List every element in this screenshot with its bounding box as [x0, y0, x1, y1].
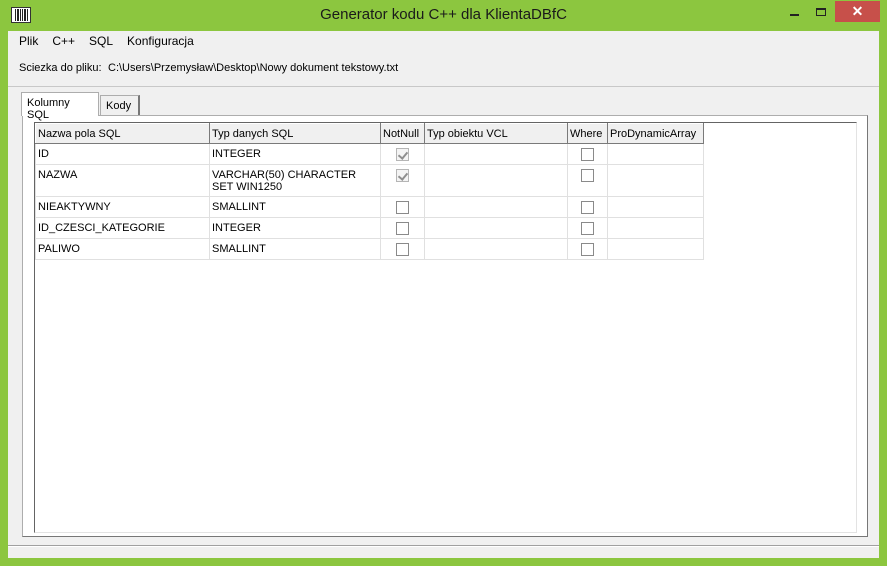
cell-pda[interactable] [607, 164, 704, 197]
cell-pda[interactable] [607, 217, 704, 239]
close-icon: ✕ [851, 3, 864, 19]
tab-kody[interactable]: Kody [100, 95, 140, 115]
where-cell [567, 143, 608, 165]
maximize-icon [816, 7, 826, 16]
table-row[interactable]: PALIWO SMALLINT [35, 238, 704, 260]
where-checkbox[interactable] [581, 222, 594, 235]
where-cell [567, 217, 608, 239]
tab-kolumny-sql[interactable]: Kolumny SQL [21, 92, 99, 121]
menu-sql[interactable]: SQL [82, 31, 120, 52]
notnull-checkbox[interactable] [396, 222, 409, 235]
grid-body: ID INTEGER NAZWA VARCHAR(50) CHARACTER SET … [35, 143, 704, 260]
cell-type[interactable]: SMALLINT [209, 238, 381, 260]
where-checkbox[interactable] [581, 201, 594, 214]
menu-plik[interactable]: Plik [8, 31, 45, 52]
notnull-checkbox[interactable] [396, 148, 409, 161]
col-header-vcl[interactable]: Typ obiektu VCL [424, 123, 568, 144]
cell-pda[interactable] [607, 238, 704, 260]
tab-panel: Nazwa pola SQL Typ danych SQL NotNull Ty… [22, 115, 868, 537]
col-header-where[interactable]: Where [567, 123, 608, 144]
table-row[interactable]: NAZWA VARCHAR(50) CHARACTER SET WIN1250 [35, 164, 704, 197]
notnull-checkbox[interactable] [396, 169, 409, 182]
table-row[interactable]: ID INTEGER [35, 143, 704, 165]
notnull-checkbox[interactable] [396, 201, 409, 214]
cell-type[interactable]: SMALLINT [209, 196, 381, 218]
where-checkbox[interactable] [581, 243, 594, 256]
cell-name[interactable]: ID_CZESCI_KATEGORIE [35, 217, 210, 239]
cell-name[interactable]: NAZWA [35, 164, 210, 197]
menu-cpp[interactable]: C++ [45, 31, 82, 52]
cell-type[interactable]: INTEGER [209, 143, 381, 165]
close-button[interactable]: ✕ [835, 1, 880, 22]
columns-grid[interactable]: Nazwa pola SQL Typ danych SQL NotNull Ty… [34, 122, 857, 533]
cell-vcl[interactable] [424, 196, 568, 218]
col-header-name[interactable]: Nazwa pola SQL [35, 123, 210, 144]
cell-type[interactable]: INTEGER [209, 217, 381, 239]
minimize-icon [789, 13, 799, 16]
notnull-cell [380, 217, 425, 239]
cell-name[interactable]: NIEAKTYWNY [35, 196, 210, 218]
notnull-checkbox[interactable] [396, 243, 409, 256]
where-checkbox[interactable] [581, 148, 594, 161]
where-cell [567, 196, 608, 218]
columns-table: Nazwa pola SQL Typ danych SQL NotNull Ty… [35, 123, 704, 260]
client-area: Plik C++ SQL Konfiguracja Sciezka do pli… [8, 31, 879, 558]
divider [8, 545, 879, 547]
col-header-pda[interactable]: ProDynamicArray [607, 123, 704, 144]
cell-name[interactable]: ID [35, 143, 210, 165]
menu-konfiguracja[interactable]: Konfiguracja [120, 31, 201, 52]
table-row[interactable]: ID_CZESCI_KATEGORIE INTEGER [35, 217, 704, 239]
where-cell [567, 238, 608, 260]
cell-vcl[interactable] [424, 217, 568, 239]
notnull-cell [380, 196, 425, 218]
table-row[interactable]: NIEAKTYWNY SMALLINT [35, 196, 704, 218]
cell-name[interactable]: PALIWO [35, 238, 210, 260]
where-cell [567, 164, 608, 197]
menu-bar: Plik C++ SQL Konfiguracja [8, 31, 879, 52]
cell-pda[interactable] [607, 196, 704, 218]
app-window: Generator kodu C++ dla KlientaDBfC ✕ Pli… [0, 0, 887, 566]
cell-type[interactable]: VARCHAR(50) CHARACTER SET WIN1250 [209, 164, 381, 197]
where-checkbox[interactable] [581, 169, 594, 182]
path-label: Sciezka do pliku: [19, 62, 102, 74]
col-header-notnull[interactable]: NotNull [380, 123, 425, 144]
minimize-button[interactable] [781, 1, 807, 22]
maximize-button[interactable] [808, 1, 834, 22]
notnull-cell [380, 238, 425, 260]
window-title: Generator kodu C++ dla KlientaDBfC [320, 6, 567, 23]
notnull-cell [380, 143, 425, 165]
col-header-type[interactable]: Typ danych SQL [209, 123, 381, 144]
path-value: C:\Users\Przemysław\Desktop\Nowy dokumen… [108, 62, 399, 74]
notnull-cell [380, 164, 425, 197]
cell-vcl[interactable] [424, 238, 568, 260]
title-bar[interactable]: Generator kodu C++ dla KlientaDBfC ✕ [0, 0, 887, 32]
cell-vcl[interactable] [424, 164, 568, 197]
cell-vcl[interactable] [424, 143, 568, 165]
path-bar: Sciezka do pliku: C:\Users\Przemysław\De… [8, 54, 879, 87]
cell-pda[interactable] [607, 143, 704, 165]
